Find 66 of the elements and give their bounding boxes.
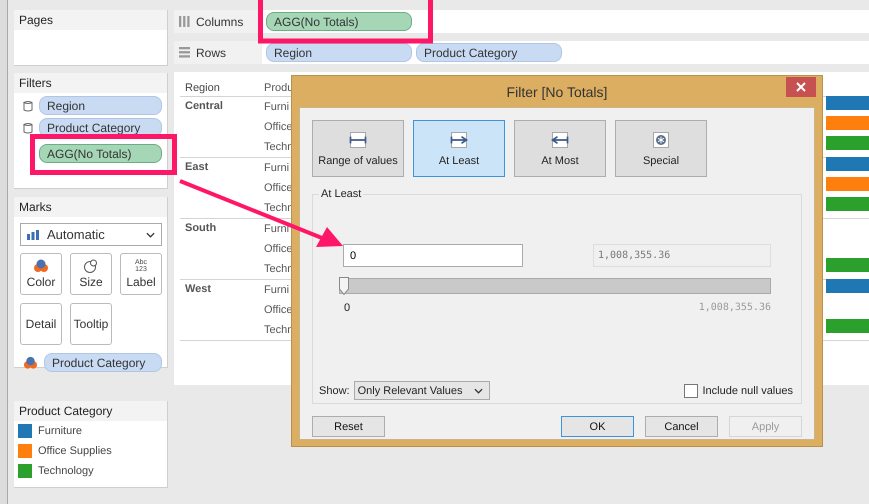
checkbox[interactable] (684, 384, 698, 398)
show-dropdown[interactable]: Only Relevant Values (354, 381, 490, 400)
range-icon (348, 130, 368, 150)
mark-button[interactable]: Size (70, 253, 112, 295)
card-title: Pages (14, 10, 167, 30)
shelf-label: Rows (196, 46, 226, 60)
card-title: Product Category (14, 401, 167, 421)
slider-thumb[interactable] (339, 277, 349, 295)
category-cell: Office (264, 121, 292, 133)
database-icon (23, 100, 33, 112)
color-icon (23, 356, 38, 370)
size-icon (83, 259, 99, 273)
dialog-button[interactable]: Reset (312, 416, 385, 437)
close-button[interactable] (786, 77, 816, 97)
field-pill[interactable]: Product Category (44, 353, 162, 372)
mark-button[interactable]: Detail (20, 303, 62, 345)
card-title: Marks (14, 197, 167, 217)
rows-icon (179, 47, 190, 58)
category-cell-text: Furni (264, 223, 290, 235)
category-cell-text: Furni (264, 101, 290, 113)
chevron-icon (146, 232, 155, 238)
dialog-button[interactable]: OK (561, 416, 634, 437)
max-value-field[interactable]: 1,008,355.36 (593, 244, 771, 267)
shelf-pill[interactable]: Region (266, 43, 412, 62)
filter-pill[interactable]: Region (39, 96, 162, 115)
category-cell-text: Furni (264, 162, 290, 174)
shelf-pill[interactable]: Product Category (416, 43, 562, 62)
bar-chart-icon (27, 230, 39, 240)
mode-tab[interactable]: Range of values (312, 120, 404, 177)
slider-max-label: 1,008,355.36 (698, 302, 771, 314)
slider-min-label: 0 (344, 302, 350, 314)
category-cell-text: Furni (264, 284, 290, 296)
legend-label: Technology (38, 465, 94, 477)
slider-track[interactable] (339, 278, 771, 294)
asterisk-icon (651, 130, 671, 150)
region-cell-text: West (185, 282, 212, 297)
region-cell-text: South (185, 221, 218, 236)
columns-icon (179, 16, 190, 27)
show-label: Show: (319, 384, 350, 396)
region-cell-text: Central (185, 99, 224, 114)
region-cell-text: East (185, 160, 210, 175)
mark-button[interactable]: Tooltip (70, 303, 112, 345)
category-cell: Office (264, 304, 292, 316)
mode-tab[interactable]: Special (615, 120, 707, 177)
mark-type-dropdown[interactable]: Automatic (20, 223, 162, 246)
shelf-pill[interactable]: AGG(No Totals) (266, 12, 412, 31)
column-header: Region (185, 82, 221, 96)
database-icon (23, 122, 33, 134)
color-icon (33, 259, 49, 273)
category-cell: Office (264, 182, 292, 194)
shelf-label: Columns (196, 14, 244, 28)
card-title: Filters (14, 73, 167, 93)
value-input[interactable]: 0 (343, 244, 523, 267)
filter-pill[interactable]: AGG(No Totals) (39, 144, 162, 163)
mode-tab[interactable]: At Least (413, 120, 505, 177)
legend-label: Office Supplies (38, 445, 112, 457)
checkbox-label: Include null values (702, 384, 793, 396)
chevron-icon (474, 388, 483, 394)
mark-button[interactable]: Color (20, 253, 62, 295)
group-title: At Least (319, 188, 364, 200)
legend-label: Furniture (38, 425, 82, 437)
dialog-button[interactable]: Cancel (645, 416, 718, 437)
mode-tab[interactable]: At Most (514, 120, 606, 177)
close-icon (796, 82, 806, 92)
category-cell: Office (264, 243, 292, 255)
dialog-title: Filter [No Totals] (506, 84, 608, 100)
